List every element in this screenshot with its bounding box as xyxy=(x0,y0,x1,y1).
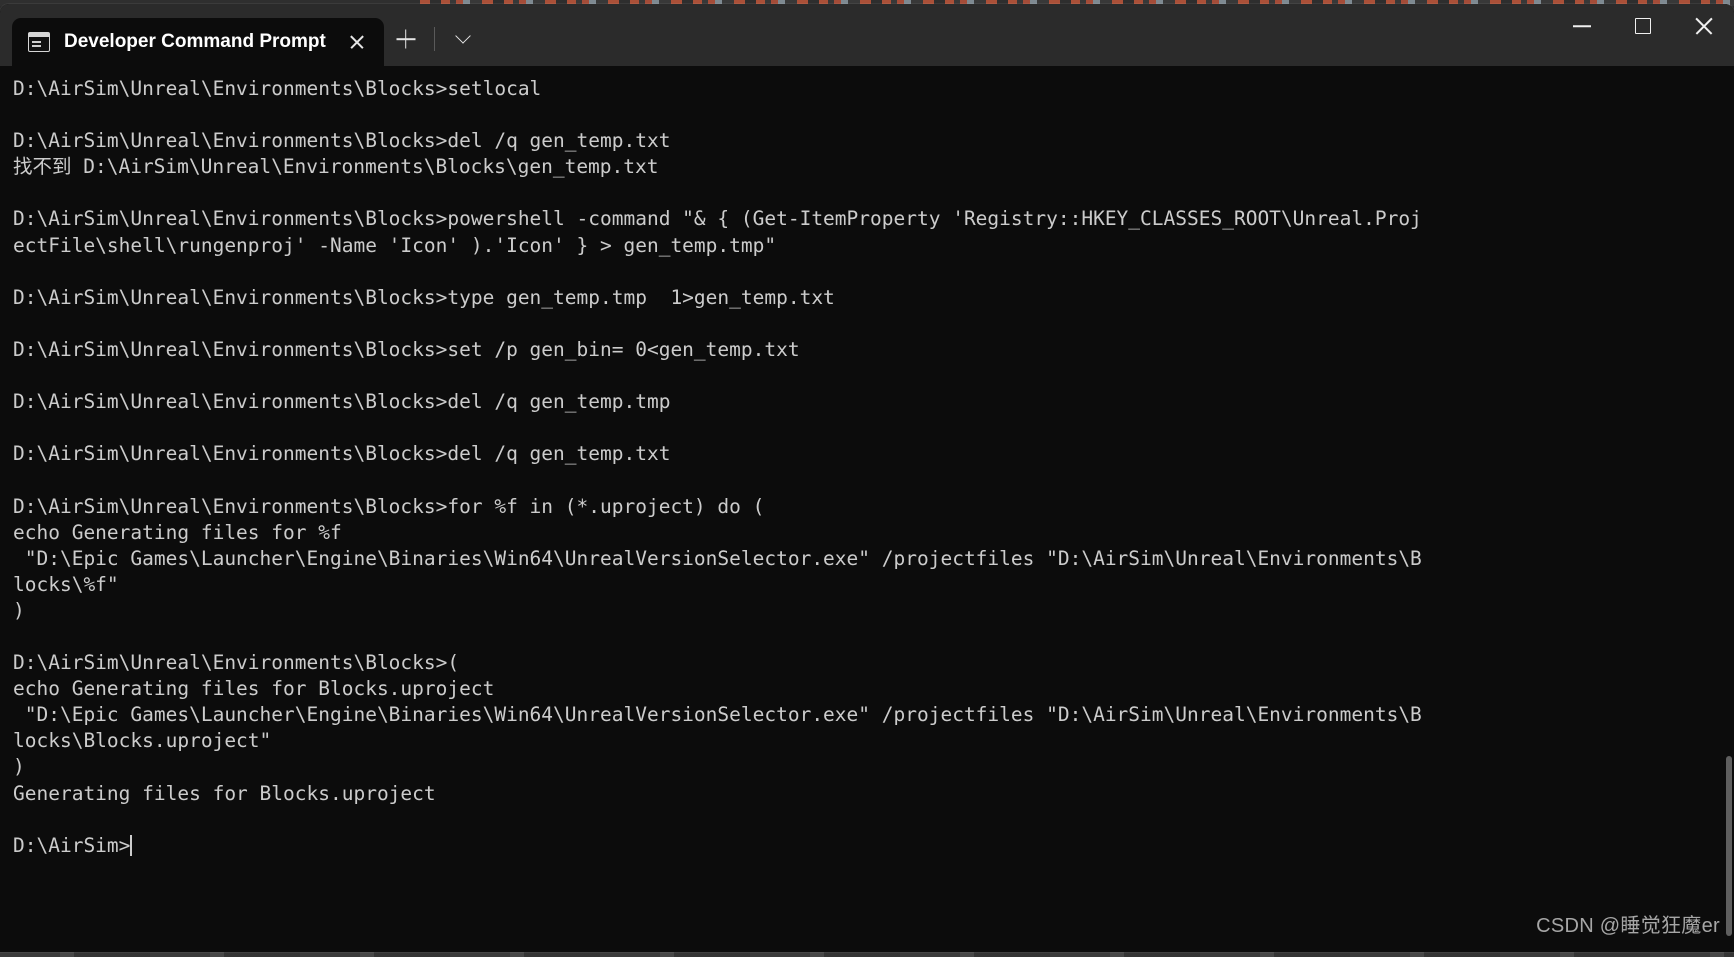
tab-actions xyxy=(384,15,485,66)
minimize-icon[interactable] xyxy=(1551,4,1612,48)
title-bar: Developer Command Prompt xyxy=(0,4,1734,66)
tab-developer-command-prompt[interactable]: Developer Command Prompt xyxy=(12,18,384,66)
close-window-icon[interactable] xyxy=(1673,4,1734,48)
csdn-watermark: CSDN @睡觉狂魔er xyxy=(1536,915,1720,937)
terminal-cursor xyxy=(130,834,133,856)
tab-close-icon[interactable] xyxy=(340,25,374,59)
terminal-scrollbar[interactable] xyxy=(1724,66,1734,952)
tab-actions-divider xyxy=(433,27,435,51)
new-tab-plus-icon[interactable] xyxy=(384,20,428,58)
terminal-scrollbar-thumb[interactable] xyxy=(1726,756,1732,936)
window-controls xyxy=(1551,4,1734,66)
tab-strip: Developer Command Prompt xyxy=(0,4,384,66)
maximize-icon[interactable] xyxy=(1612,4,1673,48)
tab-title-label: Developer Command Prompt xyxy=(64,31,326,52)
terminal-body[interactable]: D:\AirSim\Unreal\Environments\Blocks>set… xyxy=(0,66,1734,952)
terminal-window: Developer Command Prompt D:\AirSim\Unrea… xyxy=(0,4,1734,952)
titlebar-drag-region[interactable] xyxy=(485,4,1551,66)
console-window-icon xyxy=(28,32,50,52)
chevron-down-icon[interactable] xyxy=(441,20,485,58)
terminal-output: D:\AirSim\Unreal\Environments\Blocks>set… xyxy=(13,77,1422,857)
